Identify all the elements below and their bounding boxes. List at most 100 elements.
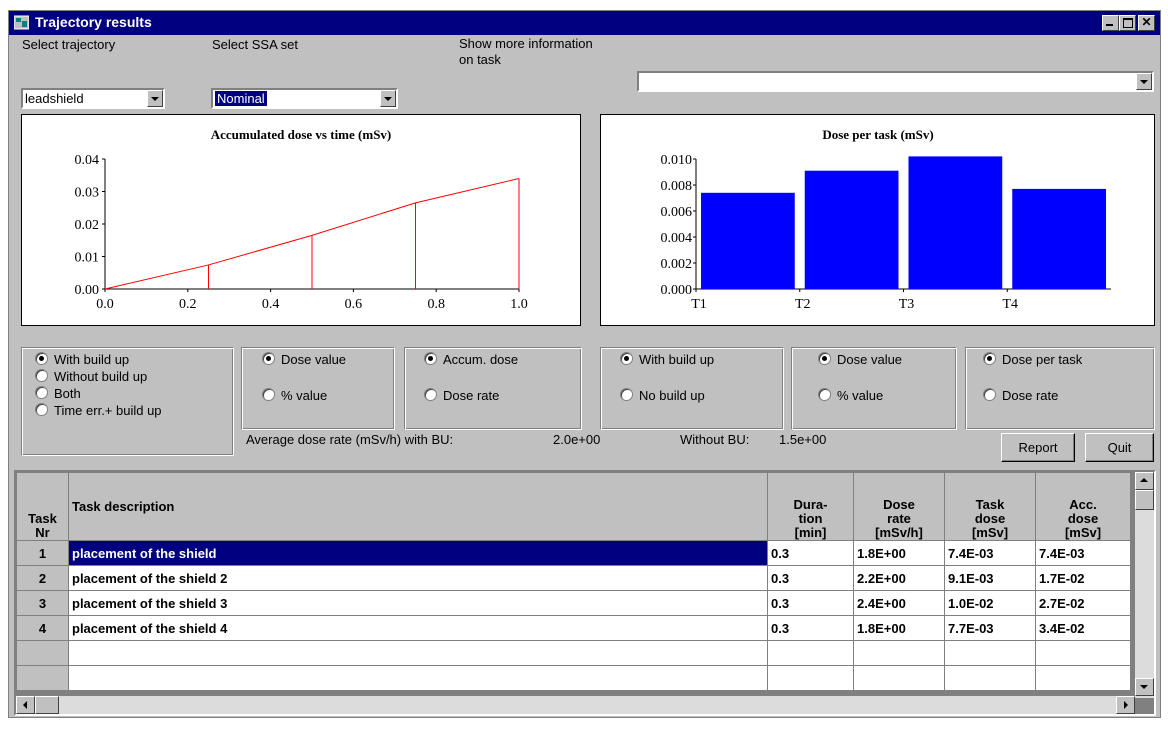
- scroll-thumb-horizontal[interactable]: [35, 696, 59, 714]
- cell-nr[interactable]: 1: [16, 540, 69, 566]
- scroll-left-icon[interactable]: [16, 696, 35, 714]
- radio-buildup-1[interactable]: Without build up: [35, 369, 147, 384]
- report-button[interactable]: Report: [1001, 433, 1075, 462]
- radio-buildup-right-1[interactable]: No build up: [620, 388, 705, 403]
- cell-empty[interactable]: [853, 665, 945, 691]
- radio-circle-icon[interactable]: [262, 388, 275, 401]
- radio-circle-icon[interactable]: [818, 352, 831, 365]
- cell-acc-dose[interactable]: 2.7E-02: [1035, 590, 1131, 616]
- scroll-up-icon[interactable]: [1135, 472, 1154, 490]
- y-tick-label: 0.000: [661, 283, 693, 298]
- cell-duration[interactable]: 0.3: [767, 615, 854, 641]
- radio-circle-icon[interactable]: [35, 386, 48, 399]
- radio-pertask-right-0[interactable]: Dose per task: [983, 352, 1082, 367]
- radio-value-left-1[interactable]: % value: [262, 388, 327, 403]
- radio-circle-icon[interactable]: [620, 388, 633, 401]
- radio-buildup-right-0[interactable]: With build up: [620, 352, 714, 367]
- trajectory-select[interactable]: leadshield: [21, 88, 165, 109]
- cell-rate[interactable]: 2.2E+00: [853, 565, 945, 591]
- radio-circle-icon[interactable]: [35, 403, 48, 416]
- cell-empty[interactable]: [853, 640, 945, 666]
- header-dose-rate[interactable]: Dose rate [mSv/h]: [853, 472, 945, 541]
- radio-circle-icon[interactable]: [983, 352, 996, 365]
- cell-rate[interactable]: 1.8E+00: [853, 615, 945, 641]
- scroll-thumb-vertical[interactable]: [1135, 490, 1154, 510]
- cell-task-dose[interactable]: 7.7E-03: [944, 615, 1036, 641]
- table-row[interactable]: 2 placement of the shield 2 0.3 2.2E+00 9.1E…: [16, 565, 1131, 591]
- chevron-down-icon[interactable]: [1136, 73, 1152, 90]
- minimize-button[interactable]: [1102, 15, 1119, 31]
- cell-empty[interactable]: [16, 640, 69, 666]
- cell-acc-dose[interactable]: 3.4E-02: [1035, 615, 1131, 641]
- header-task-description[interactable]: Task description: [68, 472, 768, 541]
- cell-acc-dose[interactable]: 7.4E-03: [1035, 540, 1131, 566]
- cell-rate[interactable]: 1.8E+00: [853, 540, 945, 566]
- cell-empty[interactable]: [1035, 640, 1131, 666]
- cell-duration[interactable]: 0.3: [767, 540, 854, 566]
- without-bu-label: Without BU:: [680, 432, 750, 447]
- cell-empty[interactable]: [767, 665, 854, 691]
- cell-empty[interactable]: [68, 640, 768, 666]
- cell-empty[interactable]: [944, 665, 1036, 691]
- cell-task-dose[interactable]: 9.1E-03: [944, 565, 1036, 591]
- radio-buildup-0[interactable]: With build up: [35, 352, 129, 367]
- quit-button[interactable]: Quit: [1085, 433, 1154, 462]
- radio-accum-left-0[interactable]: Accum. dose: [424, 352, 518, 367]
- cell-desc[interactable]: placement of the shield 4: [68, 615, 768, 641]
- header-task-dose[interactable]: Task dose [mSv]: [944, 472, 1036, 541]
- cell-task-dose[interactable]: 7.4E-03: [944, 540, 1036, 566]
- radio-value-right-1[interactable]: % value: [818, 388, 883, 403]
- cell-empty[interactable]: [767, 640, 854, 666]
- ssa-select[interactable]: Nominal: [211, 88, 398, 109]
- cell-empty[interactable]: [16, 665, 69, 691]
- cell-desc[interactable]: placement of the shield: [68, 540, 768, 566]
- table-row-empty[interactable]: [16, 665, 1131, 691]
- radio-value-right-0[interactable]: Dose value: [818, 352, 902, 367]
- cell-rate[interactable]: 2.4E+00: [853, 590, 945, 616]
- cell-duration[interactable]: 0.3: [767, 590, 854, 616]
- cell-nr[interactable]: 4: [16, 615, 69, 641]
- app-window-icon: [14, 15, 29, 30]
- radio-circle-icon[interactable]: [262, 352, 275, 365]
- radio-pertask-right-1[interactable]: Dose rate: [983, 388, 1058, 403]
- cell-empty[interactable]: [944, 640, 1036, 666]
- maximize-button[interactable]: [1119, 15, 1136, 31]
- cell-task-dose[interactable]: 1.0E-02: [944, 590, 1036, 616]
- table-row-empty[interactable]: [16, 640, 1131, 666]
- close-button[interactable]: ✕: [1138, 15, 1155, 31]
- table-row[interactable]: 4 placement of the shield 4 0.3 1.8E+00 7.7E…: [16, 615, 1131, 641]
- cell-desc[interactable]: placement of the shield 2: [68, 565, 768, 591]
- header-acc-dose[interactable]: Acc. dose [mSv]: [1035, 472, 1131, 541]
- radio-value-left-0[interactable]: Dose value: [262, 352, 346, 367]
- radio-buildup-3[interactable]: Time err.+ build up: [35, 403, 162, 418]
- radio-circle-icon[interactable]: [35, 369, 48, 382]
- horizontal-scrollbar[interactable]: [16, 696, 1135, 714]
- scroll-right-icon[interactable]: [1116, 696, 1135, 714]
- table-row[interactable]: 3 placement of the shield 3 0.3 2.4E+00 1.0E…: [16, 590, 1131, 616]
- scroll-down-icon[interactable]: [1135, 678, 1154, 696]
- header-duration[interactable]: Dura-tion [min]: [767, 472, 854, 541]
- cell-desc[interactable]: placement of the shield 3: [68, 590, 768, 616]
- radio-circle-icon[interactable]: [818, 388, 831, 401]
- table-row[interactable]: 1 placement of the shield 0.3 1.8E+00 7.4E-0…: [16, 540, 1131, 566]
- radio-buildup-2[interactable]: Both: [35, 386, 81, 401]
- chevron-down-icon[interactable]: [380, 90, 396, 107]
- chevron-down-icon[interactable]: [147, 90, 163, 107]
- vertical-scrollbar[interactable]: [1135, 472, 1154, 698]
- cell-nr[interactable]: 2: [16, 565, 69, 591]
- radio-circle-icon[interactable]: [35, 352, 48, 365]
- cell-nr[interactable]: 3: [16, 590, 69, 616]
- radio-circle-icon[interactable]: [424, 352, 437, 365]
- radio-circle-icon[interactable]: [424, 388, 437, 401]
- header-task-nr[interactable]: Task Nr: [16, 472, 69, 541]
- cell-empty[interactable]: [1035, 665, 1131, 691]
- radio-circle-icon[interactable]: [620, 352, 633, 365]
- cell-acc-dose[interactable]: 1.7E-02: [1035, 565, 1131, 591]
- cell-duration[interactable]: 0.3: [767, 565, 854, 591]
- title-bar[interactable]: Trajectory results ✕: [9, 11, 1160, 35]
- radio-accum-left-1[interactable]: Dose rate: [424, 388, 499, 403]
- radio-circle-icon[interactable]: [983, 388, 996, 401]
- radio-label: With build up: [639, 352, 715, 367]
- cell-empty[interactable]: [68, 665, 768, 691]
- task-info-select[interactable]: [637, 71, 1154, 92]
